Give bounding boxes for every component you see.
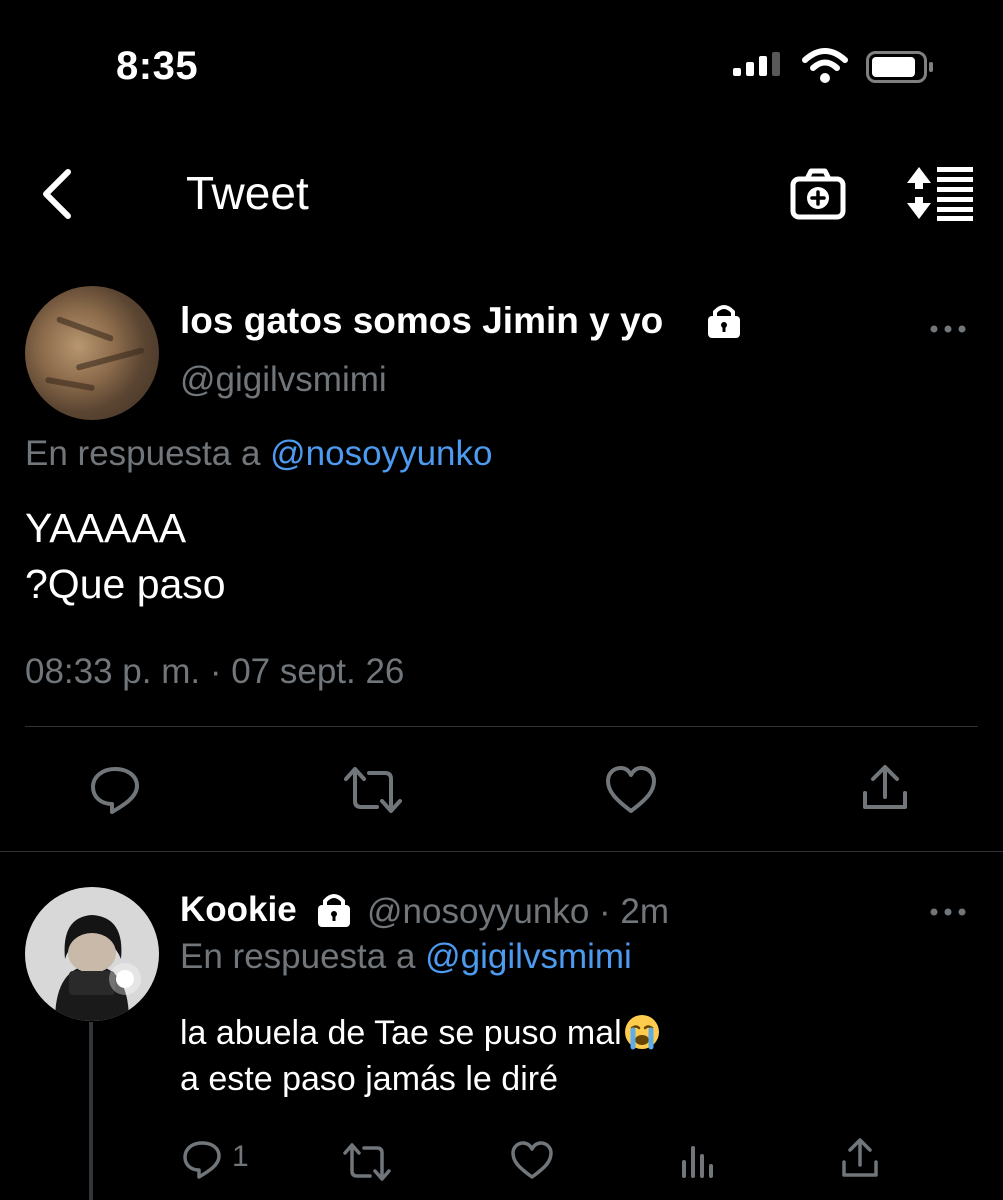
- lock-icon: [318, 894, 350, 927]
- divider: [0, 851, 1003, 852]
- reply-context: En respuesta a @nosoyyunko: [25, 434, 492, 474]
- retweet-icon[interactable]: [342, 1142, 392, 1182]
- reply-context: En respuesta a @gigilvsmimi: [180, 937, 632, 977]
- display-name[interactable]: Kookie: [180, 890, 297, 930]
- views-icon[interactable]: [680, 1140, 716, 1180]
- wifi-icon: [802, 48, 848, 83]
- tweet-text: YAAAAA ?Que paso: [25, 500, 226, 612]
- battery-icon: [866, 51, 933, 83]
- thread-line: [89, 1022, 93, 1200]
- reply-prefix: En respuesta a: [180, 937, 426, 976]
- share-icon[interactable]: [840, 1137, 880, 1179]
- page-title: Tweet: [186, 167, 309, 219]
- handle-time[interactable]: @nosoyyunko · 2m: [367, 892, 669, 932]
- more-horizontal-icon[interactable]: [928, 901, 968, 923]
- cellular-signal-icon: [733, 52, 780, 76]
- tweet-text: la abuela de Tae se puso mal a este paso…: [180, 1010, 660, 1102]
- reply-icon[interactable]: [90, 765, 140, 815]
- heart-icon[interactable]: [605, 765, 657, 815]
- timestamp[interactable]: 08:33 p. m. · 07 sept. 26: [25, 652, 404, 692]
- reply-to-link[interactable]: @nosoyyunko: [270, 434, 492, 473]
- display-name[interactable]: los gatos somos Jimin y yo: [180, 300, 663, 342]
- reply-count: 1: [232, 1140, 249, 1173]
- heart-icon[interactable]: [510, 1140, 554, 1180]
- avatar[interactable]: [25, 286, 159, 420]
- lock-icon: [708, 305, 740, 338]
- tweet-text-line: la abuela de Tae se puso mal: [180, 1014, 622, 1052]
- sort-icon[interactable]: [905, 165, 975, 221]
- crying-face-emoji: [624, 1015, 659, 1050]
- retweet-icon[interactable]: [343, 765, 403, 815]
- reply-prefix: En respuesta a: [25, 434, 271, 473]
- divider: [25, 726, 978, 727]
- handle[interactable]: @gigilvsmimi: [180, 360, 387, 400]
- share-icon[interactable]: [860, 763, 910, 813]
- tweet-text-line: ?Que paso: [25, 561, 226, 607]
- chevron-left-icon[interactable]: [38, 166, 78, 222]
- tweet-text-line: YAAAAA: [25, 505, 187, 551]
- tweet-text-line: a este paso jamás le diré: [180, 1060, 558, 1098]
- avatar[interactable]: [25, 887, 159, 1021]
- reply-to-link[interactable]: @gigilvsmimi: [425, 937, 632, 976]
- reply-icon[interactable]: [182, 1140, 222, 1180]
- camera-plus-icon[interactable]: [790, 168, 846, 220]
- more-horizontal-icon[interactable]: [928, 318, 968, 340]
- status-time: 8:35: [116, 44, 199, 88]
